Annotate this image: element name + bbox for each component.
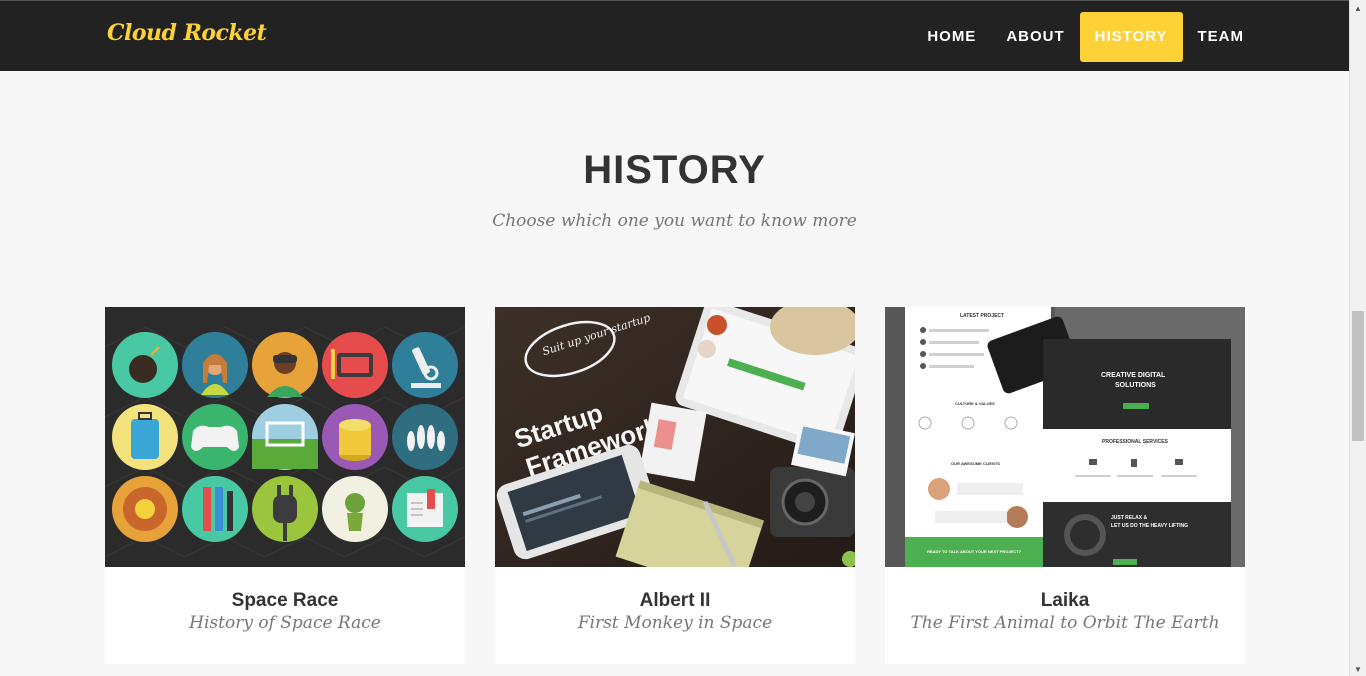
svg-text:LET US DO THE HEAVY LIFTING: LET US DO THE HEAVY LIFTING [1111, 523, 1188, 529]
navbar: Cloud Rocket HOME ABOUT HISTORY TEAM [0, 0, 1349, 71]
card-laika[interactable]: LATEST PROJECT CULTURE & VALUES OUR AWES… [885, 307, 1245, 664]
svg-text:SOLUTIONS: SOLUTIONS [1115, 382, 1156, 389]
card-subtitle: First Monkey in Space [577, 613, 773, 633]
svg-text:OUR AWESOME CLIENTS: OUR AWESOME CLIENTS [951, 461, 1000, 466]
space-race-icons-image[interactable] [105, 307, 465, 567]
scroll-up-arrow-icon[interactable]: ▲ [1354, 4, 1362, 13]
desk-mockup-illustration: Suit up your startup Startup Framework [495, 307, 855, 567]
card-albert-ii[interactable]: Suit up your startup Startup Framework A… [495, 307, 855, 664]
flat-icons-grid [105, 307, 465, 567]
startup-framework-image[interactable]: Suit up your startup Startup Framework [495, 307, 855, 567]
brand-logo[interactable]: Cloud Rocket [107, 20, 267, 46]
card-space-race[interactable]: Space Race History of Space Race [105, 307, 465, 664]
vertical-scrollbar[interactable]: ▲ ▼ [1349, 0, 1366, 676]
card-subtitle: History of Space Race [189, 613, 381, 633]
svg-text:PROFESSIONAL SERVICES: PROFESSIONAL SERVICES [1102, 439, 1169, 445]
nav-item-home[interactable]: HOME [912, 12, 991, 62]
section-subtitle: Choose which one you want to know more [492, 211, 857, 231]
nav-menu: HOME ABOUT HISTORY TEAM [912, 12, 1259, 62]
card-title[interactable]: Space Race [105, 590, 465, 612]
svg-text:LATEST PROJECT: LATEST PROJECT [960, 313, 1004, 319]
website-mockup-illustration: LATEST PROJECT CULTURE & VALUES OUR AWES… [885, 307, 1245, 567]
svg-text:CREATIVE DIGITAL: CREATIVE DIGITAL [1101, 372, 1166, 379]
section-title: HISTORY [583, 148, 766, 192]
nav-item-history[interactable]: HISTORY [1079, 12, 1183, 62]
svg-text:CULTURE & VALUES: CULTURE & VALUES [955, 401, 995, 406]
scroll-down-arrow-icon[interactable]: ▼ [1354, 665, 1362, 674]
card-subtitle: The First Animal to Orbit The Earth [910, 613, 1220, 633]
card-title[interactable]: Laika [885, 590, 1245, 612]
svg-text:READY TO TALK ABOUT YOUR NEXT: READY TO TALK ABOUT YOUR NEXT PROJECT? [927, 549, 1022, 554]
website-mockup-image[interactable]: LATEST PROJECT CULTURE & VALUES OUR AWES… [885, 307, 1245, 567]
nav-item-team[interactable]: TEAM [1183, 12, 1260, 62]
svg-text:JUST RELAX &: JUST RELAX & [1111, 515, 1148, 521]
scrollbar-thumb[interactable] [1352, 311, 1364, 441]
nav-item-about[interactable]: ABOUT [991, 12, 1079, 62]
card-title[interactable]: Albert II [495, 590, 855, 612]
